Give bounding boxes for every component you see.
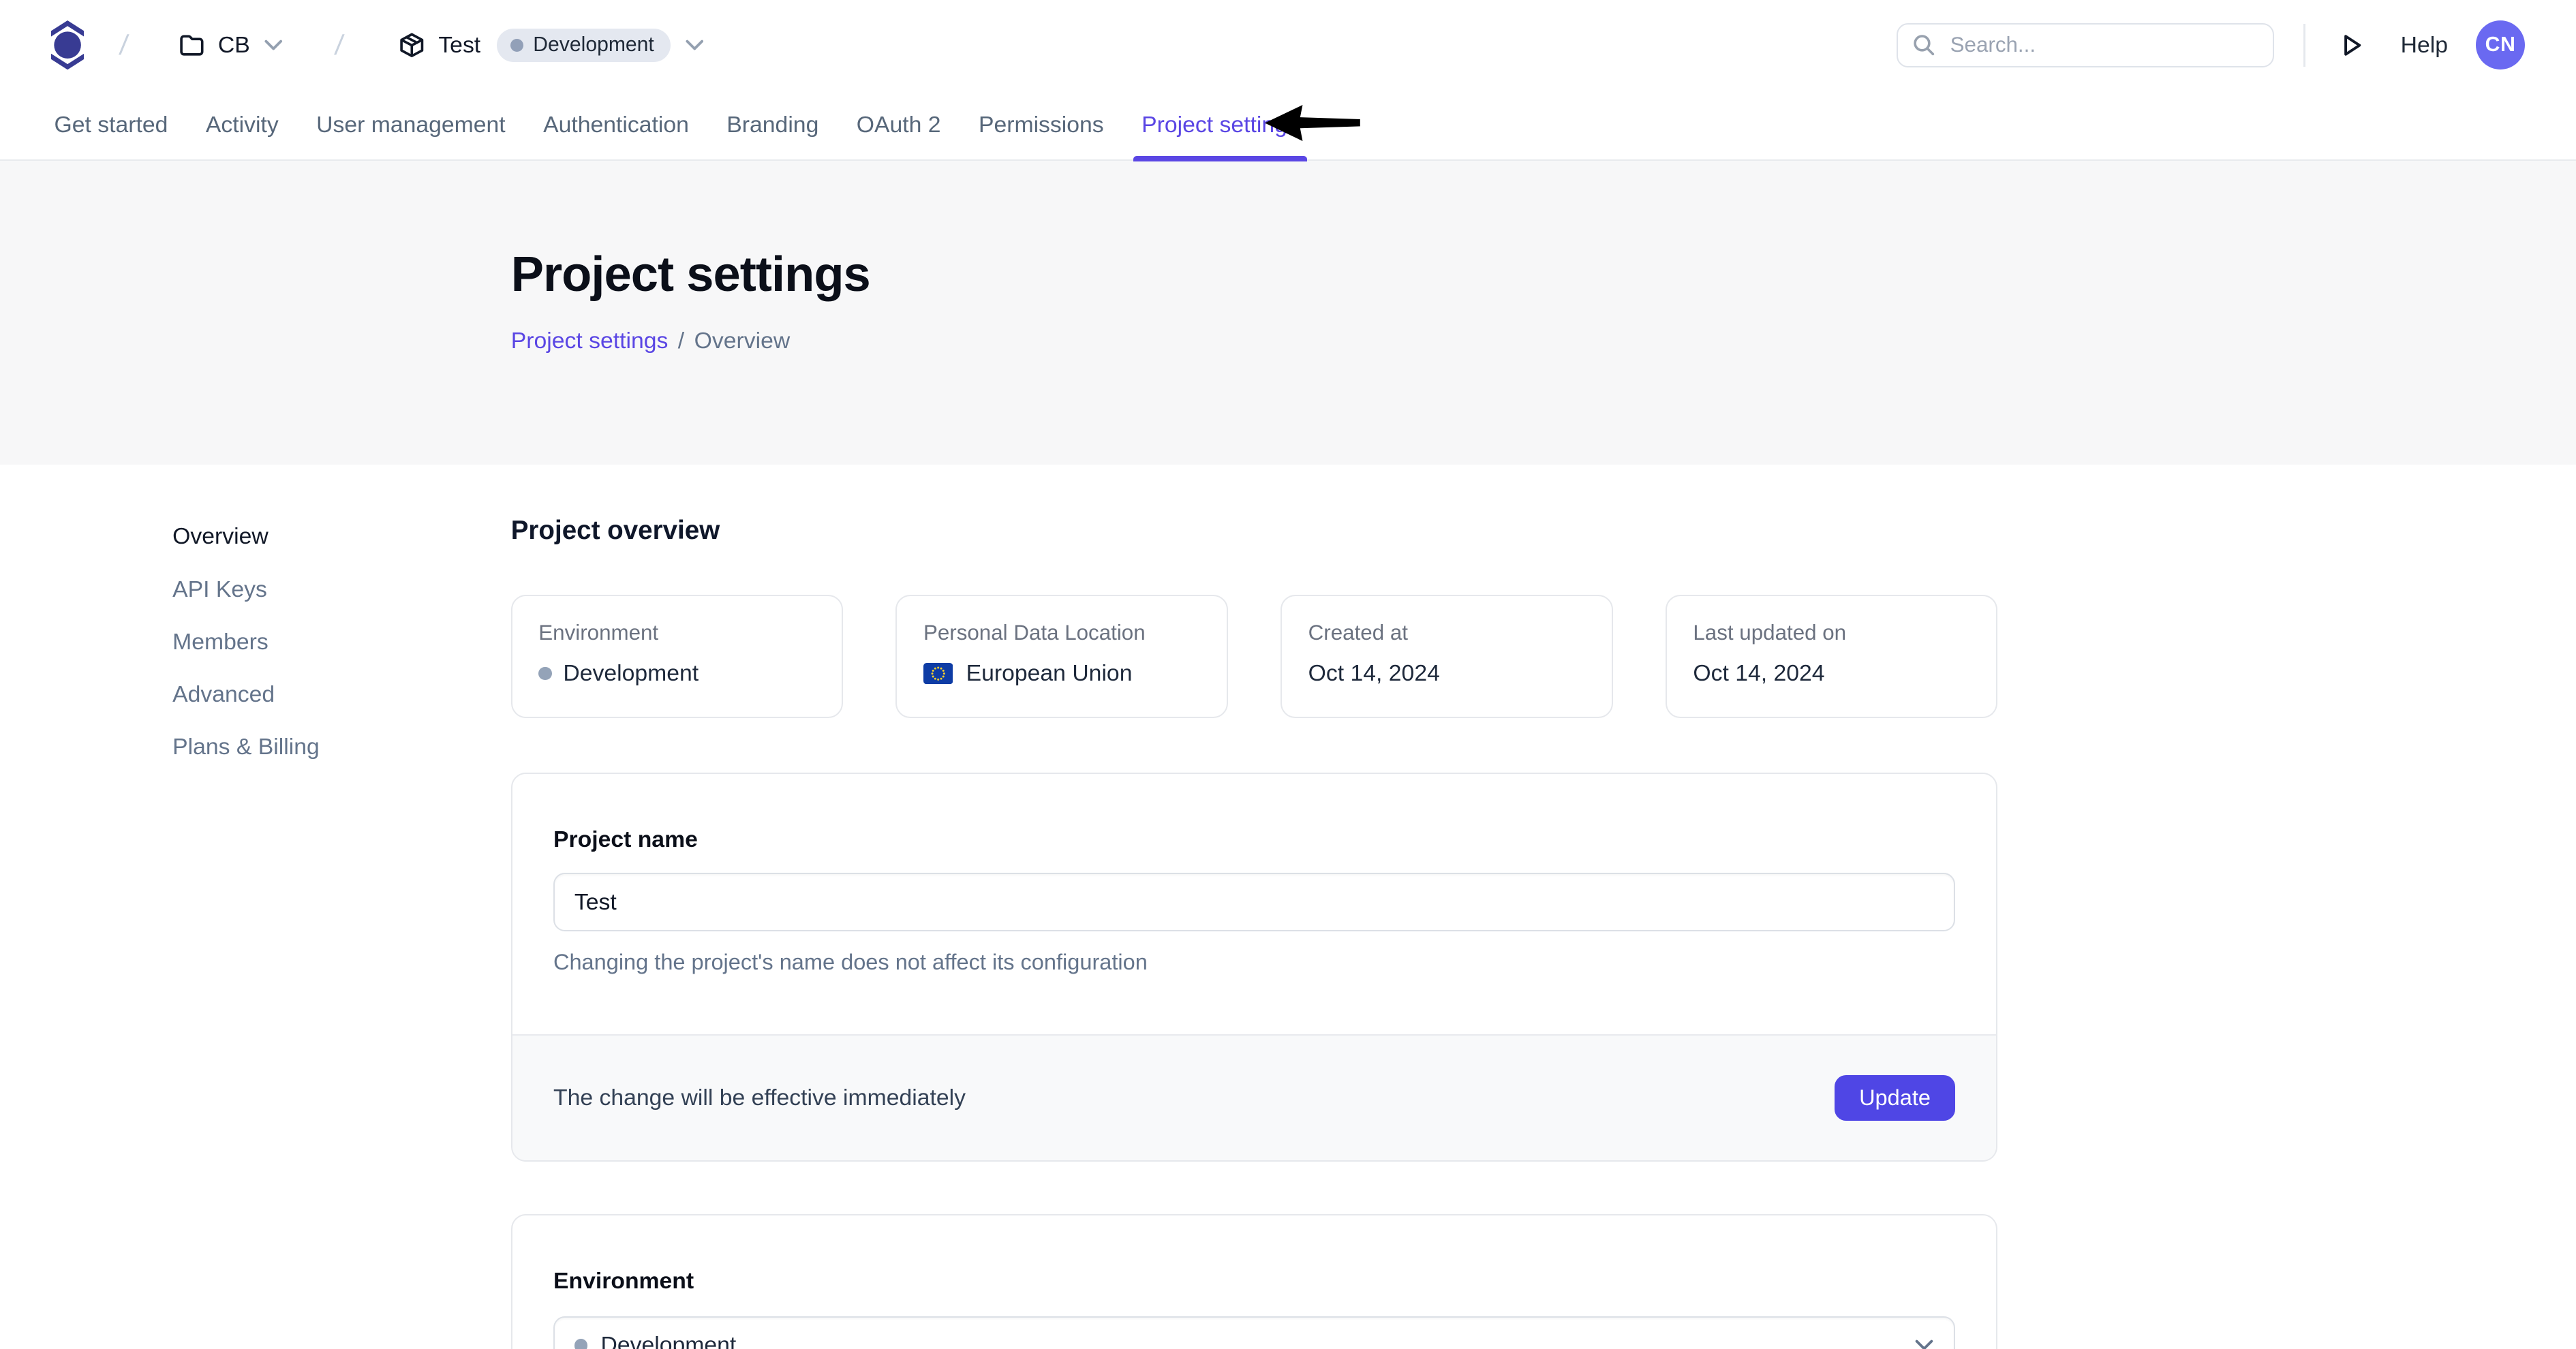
card-label: Environment — [538, 621, 815, 645]
breadcrumb-link-project-settings[interactable]: Project settings — [511, 328, 669, 354]
chevron-down-icon — [1914, 1339, 1934, 1349]
environment-label: Environment — [553, 1268, 1955, 1294]
card-created-at: Created at Oct 14, 2024 — [1281, 595, 1613, 718]
card-value-text: European Union — [966, 660, 1133, 687]
help-link[interactable]: Help — [2401, 32, 2448, 59]
search-box[interactable] — [1897, 23, 2274, 67]
project-name-input[interactable] — [553, 873, 1955, 932]
chevron-down-icon — [264, 39, 283, 52]
org-selector[interactable]: CB — [179, 32, 283, 59]
chevron-down-icon — [686, 39, 704, 52]
card-value-text: Oct 14, 2024 — [1693, 660, 1824, 687]
eu-flag-icon — [923, 663, 953, 684]
project-name: Test — [438, 32, 480, 59]
play-button[interactable] — [2335, 28, 2367, 63]
environment-select-value: Development — [600, 1332, 736, 1349]
folder-icon — [179, 32, 205, 59]
environment-badge: Development — [497, 29, 671, 61]
tab-permissions[interactable]: Permissions — [977, 91, 1106, 160]
vertical-divider — [2303, 24, 2305, 67]
card-value-text: Development — [563, 660, 699, 687]
breadcrumb: Project settings / Overview — [511, 328, 2576, 354]
card-value: European Union — [923, 660, 1200, 687]
settings-sidebar: Overview API Keys Members Advanced Plans… — [172, 465, 511, 1349]
section-title: Project overview — [511, 516, 1998, 546]
sidebar-item-overview[interactable]: Overview — [172, 525, 511, 548]
breadcrumb-separator: / — [118, 29, 130, 61]
card-label: Personal Data Location — [923, 621, 1200, 645]
project-name-helper-text: Changing the project's name does not aff… — [553, 950, 1955, 975]
tab-get-started[interactable]: Get started — [52, 91, 170, 160]
card-value: Oct 14, 2024 — [1308, 660, 1585, 687]
app-logo-icon[interactable] — [51, 20, 84, 69]
page-header: Project settings Project settings / Over… — [0, 161, 2576, 465]
sidebar-item-members[interactable]: Members — [172, 631, 511, 654]
environment-badge-label: Development — [533, 33, 654, 57]
top-bar-actions: Help CN — [1897, 20, 2526, 69]
search-input[interactable] — [1947, 31, 2258, 59]
org-name: CB — [218, 32, 250, 59]
card-environment: Environment Development — [511, 595, 844, 718]
card-value-text: Oct 14, 2024 — [1308, 660, 1440, 687]
breadcrumb-separator: / — [678, 328, 684, 354]
project-name-form: Project name Changing the project's name… — [512, 774, 1997, 1034]
tab-authentication[interactable]: Authentication — [542, 91, 691, 160]
project-name-label: Project name — [553, 826, 1955, 853]
project-name-panel-footer: The change will be effective immediately… — [512, 1034, 1997, 1160]
footer-note: The change will be effective immediately — [553, 1085, 966, 1111]
sidebar-item-plans-billing[interactable]: Plans & Billing — [172, 736, 511, 759]
update-button[interactable]: Update — [1835, 1075, 1955, 1121]
main-panel: Project overview Environment Development… — [511, 465, 1998, 1349]
card-personal-data-location: Personal Data Location European Union — [895, 595, 1228, 718]
project-name-panel: Project name Changing the project's name… — [511, 773, 1998, 1162]
breadcrumb-current: Overview — [694, 328, 791, 354]
card-value: Oct 14, 2024 — [1693, 660, 1969, 687]
environment-form: Environment Development — [512, 1215, 1997, 1349]
status-dot-icon — [538, 667, 551, 680]
package-icon — [399, 32, 425, 59]
environment-panel: Environment Development — [511, 1214, 1998, 1349]
breadcrumb-separator: / — [333, 29, 346, 61]
workspace-breadcrumb: / CB / — [51, 20, 703, 69]
tab-branding[interactable]: Branding — [725, 91, 821, 160]
overview-cards: Environment Development Personal Data Lo… — [511, 595, 1998, 718]
card-last-updated: Last updated on Oct 14, 2024 — [1666, 595, 1998, 718]
status-dot-icon — [510, 39, 523, 52]
status-dot-icon — [574, 1339, 587, 1349]
card-label: Created at — [1308, 621, 1585, 645]
tab-user-management[interactable]: User management — [315, 91, 507, 160]
page-title: Project settings — [511, 247, 2576, 303]
top-bar: / CB / — [0, 0, 2576, 91]
app-window: / CB / — [0, 0, 2576, 1349]
card-label: Last updated on — [1693, 621, 1969, 645]
tab-activity[interactable]: Activity — [204, 91, 280, 160]
user-avatar[interactable]: CN — [2476, 20, 2525, 69]
card-value: Development — [538, 660, 815, 687]
sidebar-item-advanced[interactable]: Advanced — [172, 683, 511, 707]
tab-project-settings[interactable]: Project settings — [1140, 91, 1300, 160]
tab-oauth-2[interactable]: OAuth 2 — [855, 91, 942, 160]
search-icon — [1912, 33, 1935, 57]
sidebar-item-api-keys[interactable]: API Keys — [172, 578, 511, 602]
content-area: Overview API Keys Members Advanced Plans… — [0, 465, 2576, 1349]
environment-select[interactable]: Development — [553, 1316, 1955, 1349]
primary-tab-bar: Get started Activity User management Aut… — [0, 91, 2576, 161]
project-selector[interactable]: Test Development — [399, 29, 703, 61]
